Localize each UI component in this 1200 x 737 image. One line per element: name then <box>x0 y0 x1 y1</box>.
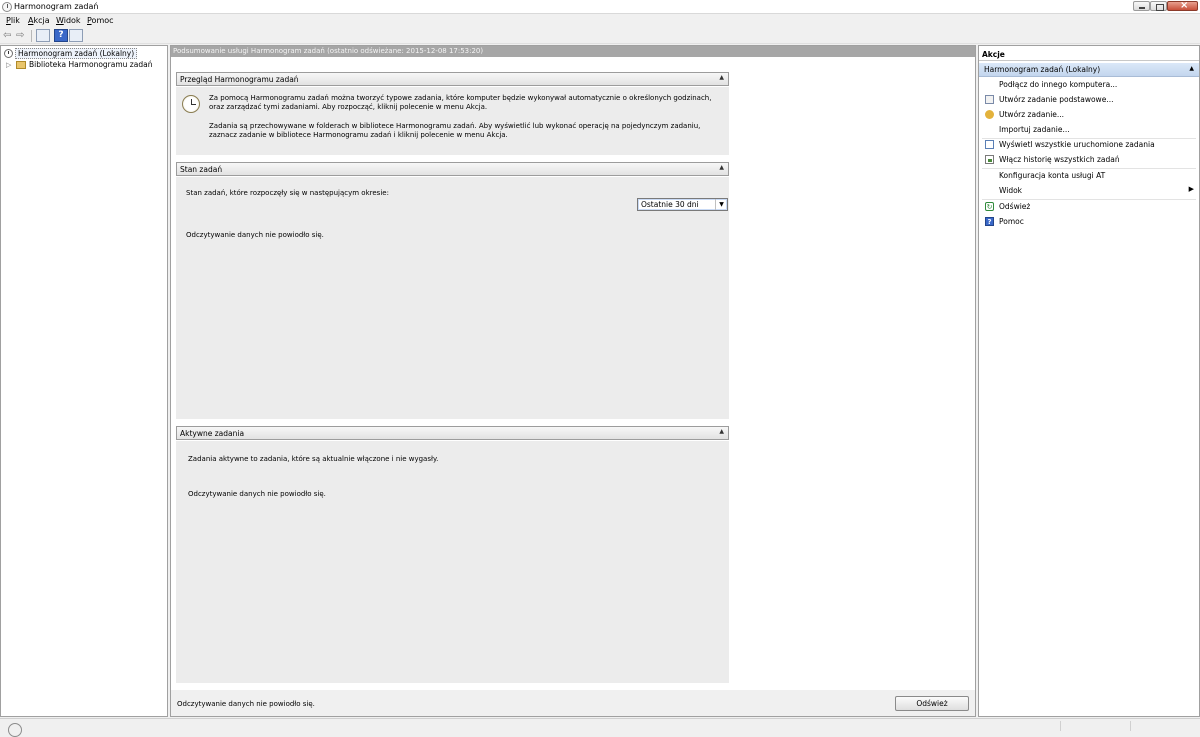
toolbar: ⇦ ⇨ ? <box>0 28 1200 44</box>
menu-label: idok <box>63 16 81 25</box>
status-title: Stan zadań <box>180 165 223 174</box>
status-error-text: Odczytywanie danych nie powiodło się. <box>186 231 324 239</box>
action-label: Widok <box>999 186 1023 195</box>
menu-plik[interactable]: Plik <box>6 16 20 25</box>
period-label: Stan zadań, które rozpoczęły się w nastę… <box>186 189 389 197</box>
overview-text-1: Za pomocą Harmonogramu zadań można tworz… <box>209 94 712 111</box>
action-show-running-tasks[interactable]: Wyświetl wszystkie uruchomione zadania <box>979 138 1199 152</box>
menu-widok[interactable]: Widok <box>56 16 81 25</box>
action-refresh[interactable]: ↻ Odśwież <box>979 200 1199 214</box>
action-label: Odśwież <box>999 202 1031 211</box>
menu-label: kcja <box>33 16 50 25</box>
menu-bar: Plik Akcja Widok Pomoc <box>0 15 1200 27</box>
minimize-button[interactable] <box>1133 1 1150 11</box>
action-label: Wyświetl wszystkie uruchomione zadania <box>999 140 1155 149</box>
create-basic-task-icon <box>985 95 994 104</box>
overview-title: Przegląd Harmonogramu zadań <box>180 75 299 84</box>
tree-item-library-label: Biblioteka Harmonogramu zadań <box>29 60 153 69</box>
action-connect-computer[interactable]: Podłącz do innego komputera... <box>979 78 1199 92</box>
action-import-task[interactable]: Importuj zadanie... <box>979 123 1199 137</box>
forward-arrow-icon[interactable]: ⇨ <box>16 30 28 41</box>
status-divider <box>1060 721 1061 731</box>
action-create-task[interactable]: Utwórz zadanie... <box>979 108 1199 122</box>
create-task-icon <box>985 110 994 119</box>
expand-icon[interactable]: ▷ <box>6 61 11 69</box>
console-tree: Harmonogram zadań (Lokalny) ▷ Biblioteka… <box>0 45 168 717</box>
collapse-icon[interactable]: ▲ <box>719 74 724 81</box>
period-select[interactable]: Ostatnie 30 dni ▼ <box>637 198 728 211</box>
collapse-icon[interactable]: ▲ <box>719 164 724 171</box>
action-at-service-config[interactable]: Konfiguracja konta usługi AT <box>979 169 1199 183</box>
back-arrow-icon[interactable]: ⇦ <box>3 30 15 41</box>
show-hide-action-pane-button[interactable] <box>69 29 83 42</box>
action-label: Utwórz zadanie podstawowe... <box>999 95 1114 104</box>
clock-icon <box>2 2 12 12</box>
help-icon: ? <box>985 217 994 226</box>
menu-akcja[interactable]: Akcja <box>28 16 50 25</box>
collapse-icon[interactable]: ▲ <box>1189 65 1194 72</box>
title-bar: Harmonogram zadań <box>0 0 1200 14</box>
status-section-header[interactable]: Stan zadań ▲ <box>176 162 729 176</box>
overview-text-2: Zadania są przechowywane w folderach w b… <box>209 122 701 139</box>
active-title: Aktywne zadania <box>180 429 245 438</box>
overview-section-header[interactable]: Przegląd Harmonogramu zadań ▲ <box>176 72 729 86</box>
action-label: Włącz historię wszystkich zadań <box>999 155 1120 164</box>
status-section-body: Stan zadań, które rozpoczęły się w nastę… <box>176 177 729 419</box>
action-label: Podłącz do innego komputera... <box>999 80 1118 89</box>
summary-footer: Odczytywanie danych nie powiodło się. Od… <box>171 690 975 716</box>
actions-group-header[interactable]: Harmonogram zadań (Lokalny) ▲ <box>979 63 1199 77</box>
window-title: Harmonogram zadań <box>14 2 99 11</box>
action-view[interactable]: Widok ▶ <box>979 184 1199 198</box>
menu-accel: W <box>56 16 64 25</box>
active-section-body: Zadania aktywne to zadania, które są akt… <box>176 441 729 683</box>
period-select-value: Ostatnie 30 dni <box>641 200 699 209</box>
status-bar <box>0 718 1200 737</box>
action-label: Konfiguracja konta usługi AT <box>999 171 1106 180</box>
menu-label: omoc <box>91 16 114 25</box>
clock-icon <box>182 95 200 113</box>
chevron-down-icon[interactable]: ▼ <box>715 199 727 210</box>
maximize-button[interactable] <box>1150 1 1167 11</box>
menu-pomoc[interactable]: Pomoc <box>87 16 114 25</box>
footer-error-text: Odczytywanie danych nie powiodło się. <box>177 700 315 708</box>
summary-panel: Podsumowanie usługi Harmonogram zadań (o… <box>170 45 976 717</box>
tree-item-root-label: Harmonogram zadań (Lokalny) <box>15 48 138 59</box>
running-tasks-icon <box>985 140 994 149</box>
action-create-basic-task[interactable]: Utwórz zadanie podstawowe... <box>979 93 1199 107</box>
overview-section-body: Za pomocą Harmonogramu zadań można tworz… <box>176 87 729 155</box>
action-label: Utwórz zadanie... <box>999 110 1065 119</box>
folder-icon <box>16 61 26 69</box>
actions-header: Akcje <box>979 48 1199 61</box>
action-help[interactable]: ? Pomoc <box>979 215 1199 229</box>
action-label: Pomoc <box>999 217 1024 226</box>
refresh-icon: ↻ <box>985 202 994 211</box>
summary-header: Podsumowanie usługi Harmonogram zadań (o… <box>171 46 975 57</box>
help-button[interactable]: ? <box>54 29 68 42</box>
submenu-arrow-icon: ▶ <box>1188 185 1194 193</box>
status-icon <box>8 723 22 737</box>
show-hide-console-tree-button[interactable] <box>36 29 50 42</box>
actions-pane: Akcje Harmonogram zadań (Lokalny) ▲ Podł… <box>978 45 1200 717</box>
active-error-text: Odczytywanie danych nie powiodło się. <box>188 490 326 498</box>
menu-label: lik <box>10 16 20 25</box>
refresh-button[interactable]: Odśwież <box>895 696 969 711</box>
active-section-header[interactable]: Aktywne zadania ▲ <box>176 426 729 440</box>
toolbar-separator <box>31 30 32 42</box>
action-label: Importuj zadanie... <box>999 125 1070 134</box>
collapse-icon[interactable]: ▲ <box>719 428 724 435</box>
active-description: Zadania aktywne to zadania, które są akt… <box>188 455 439 463</box>
history-icon <box>985 155 994 164</box>
clock-icon <box>4 49 13 58</box>
status-divider <box>1130 721 1131 731</box>
close-button[interactable] <box>1167 0 1198 11</box>
actions-group-title: Harmonogram zadań (Lokalny) <box>984 65 1101 74</box>
action-enable-history[interactable]: Włącz historię wszystkich zadań <box>979 153 1199 167</box>
